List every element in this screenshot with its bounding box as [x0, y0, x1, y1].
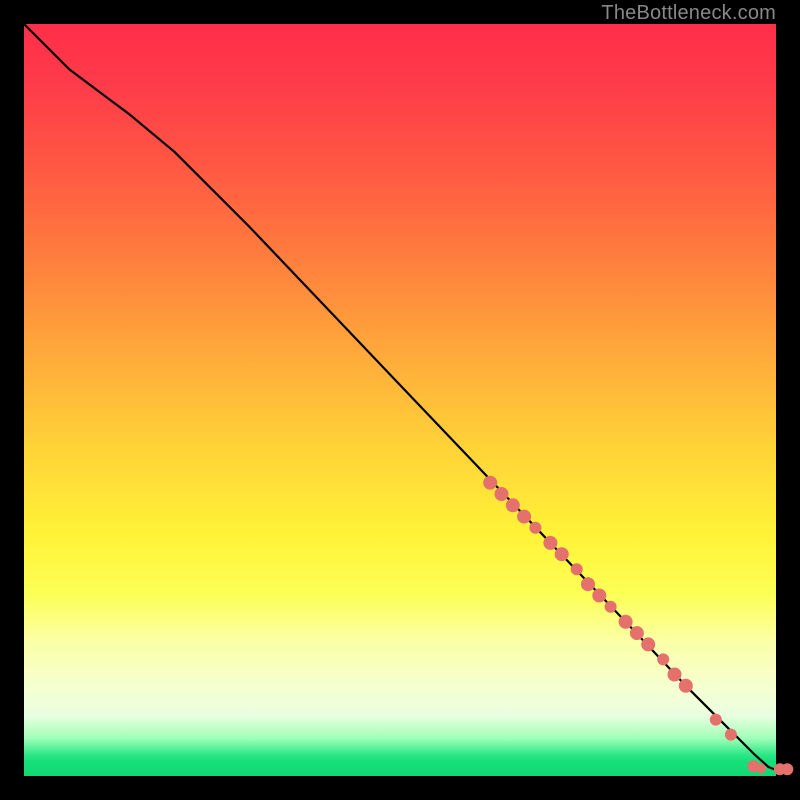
- data-point: [555, 547, 569, 561]
- data-point: [725, 729, 737, 741]
- data-point: [517, 510, 531, 524]
- chart-frame: TheBottleneck.com: [0, 0, 800, 800]
- attribution-label: TheBottleneck.com: [601, 2, 776, 25]
- data-point: [529, 522, 541, 534]
- data-point: [657, 653, 669, 665]
- data-point: [756, 764, 766, 774]
- data-point: [781, 763, 793, 775]
- data-point: [605, 601, 617, 613]
- data-point: [710, 714, 722, 726]
- data-point: [592, 589, 606, 603]
- data-point: [571, 563, 583, 575]
- chart-overlay: [24, 24, 776, 776]
- data-point: [641, 637, 655, 651]
- data-point: [483, 476, 497, 490]
- data-point: [543, 536, 557, 550]
- scatter-group: [483, 476, 793, 776]
- data-point: [668, 668, 682, 682]
- data-point: [619, 615, 633, 629]
- data-point: [581, 577, 595, 591]
- plot-area: [24, 24, 776, 776]
- data-point: [506, 498, 520, 512]
- data-point: [679, 679, 693, 693]
- data-point: [495, 487, 509, 501]
- data-point: [630, 626, 644, 640]
